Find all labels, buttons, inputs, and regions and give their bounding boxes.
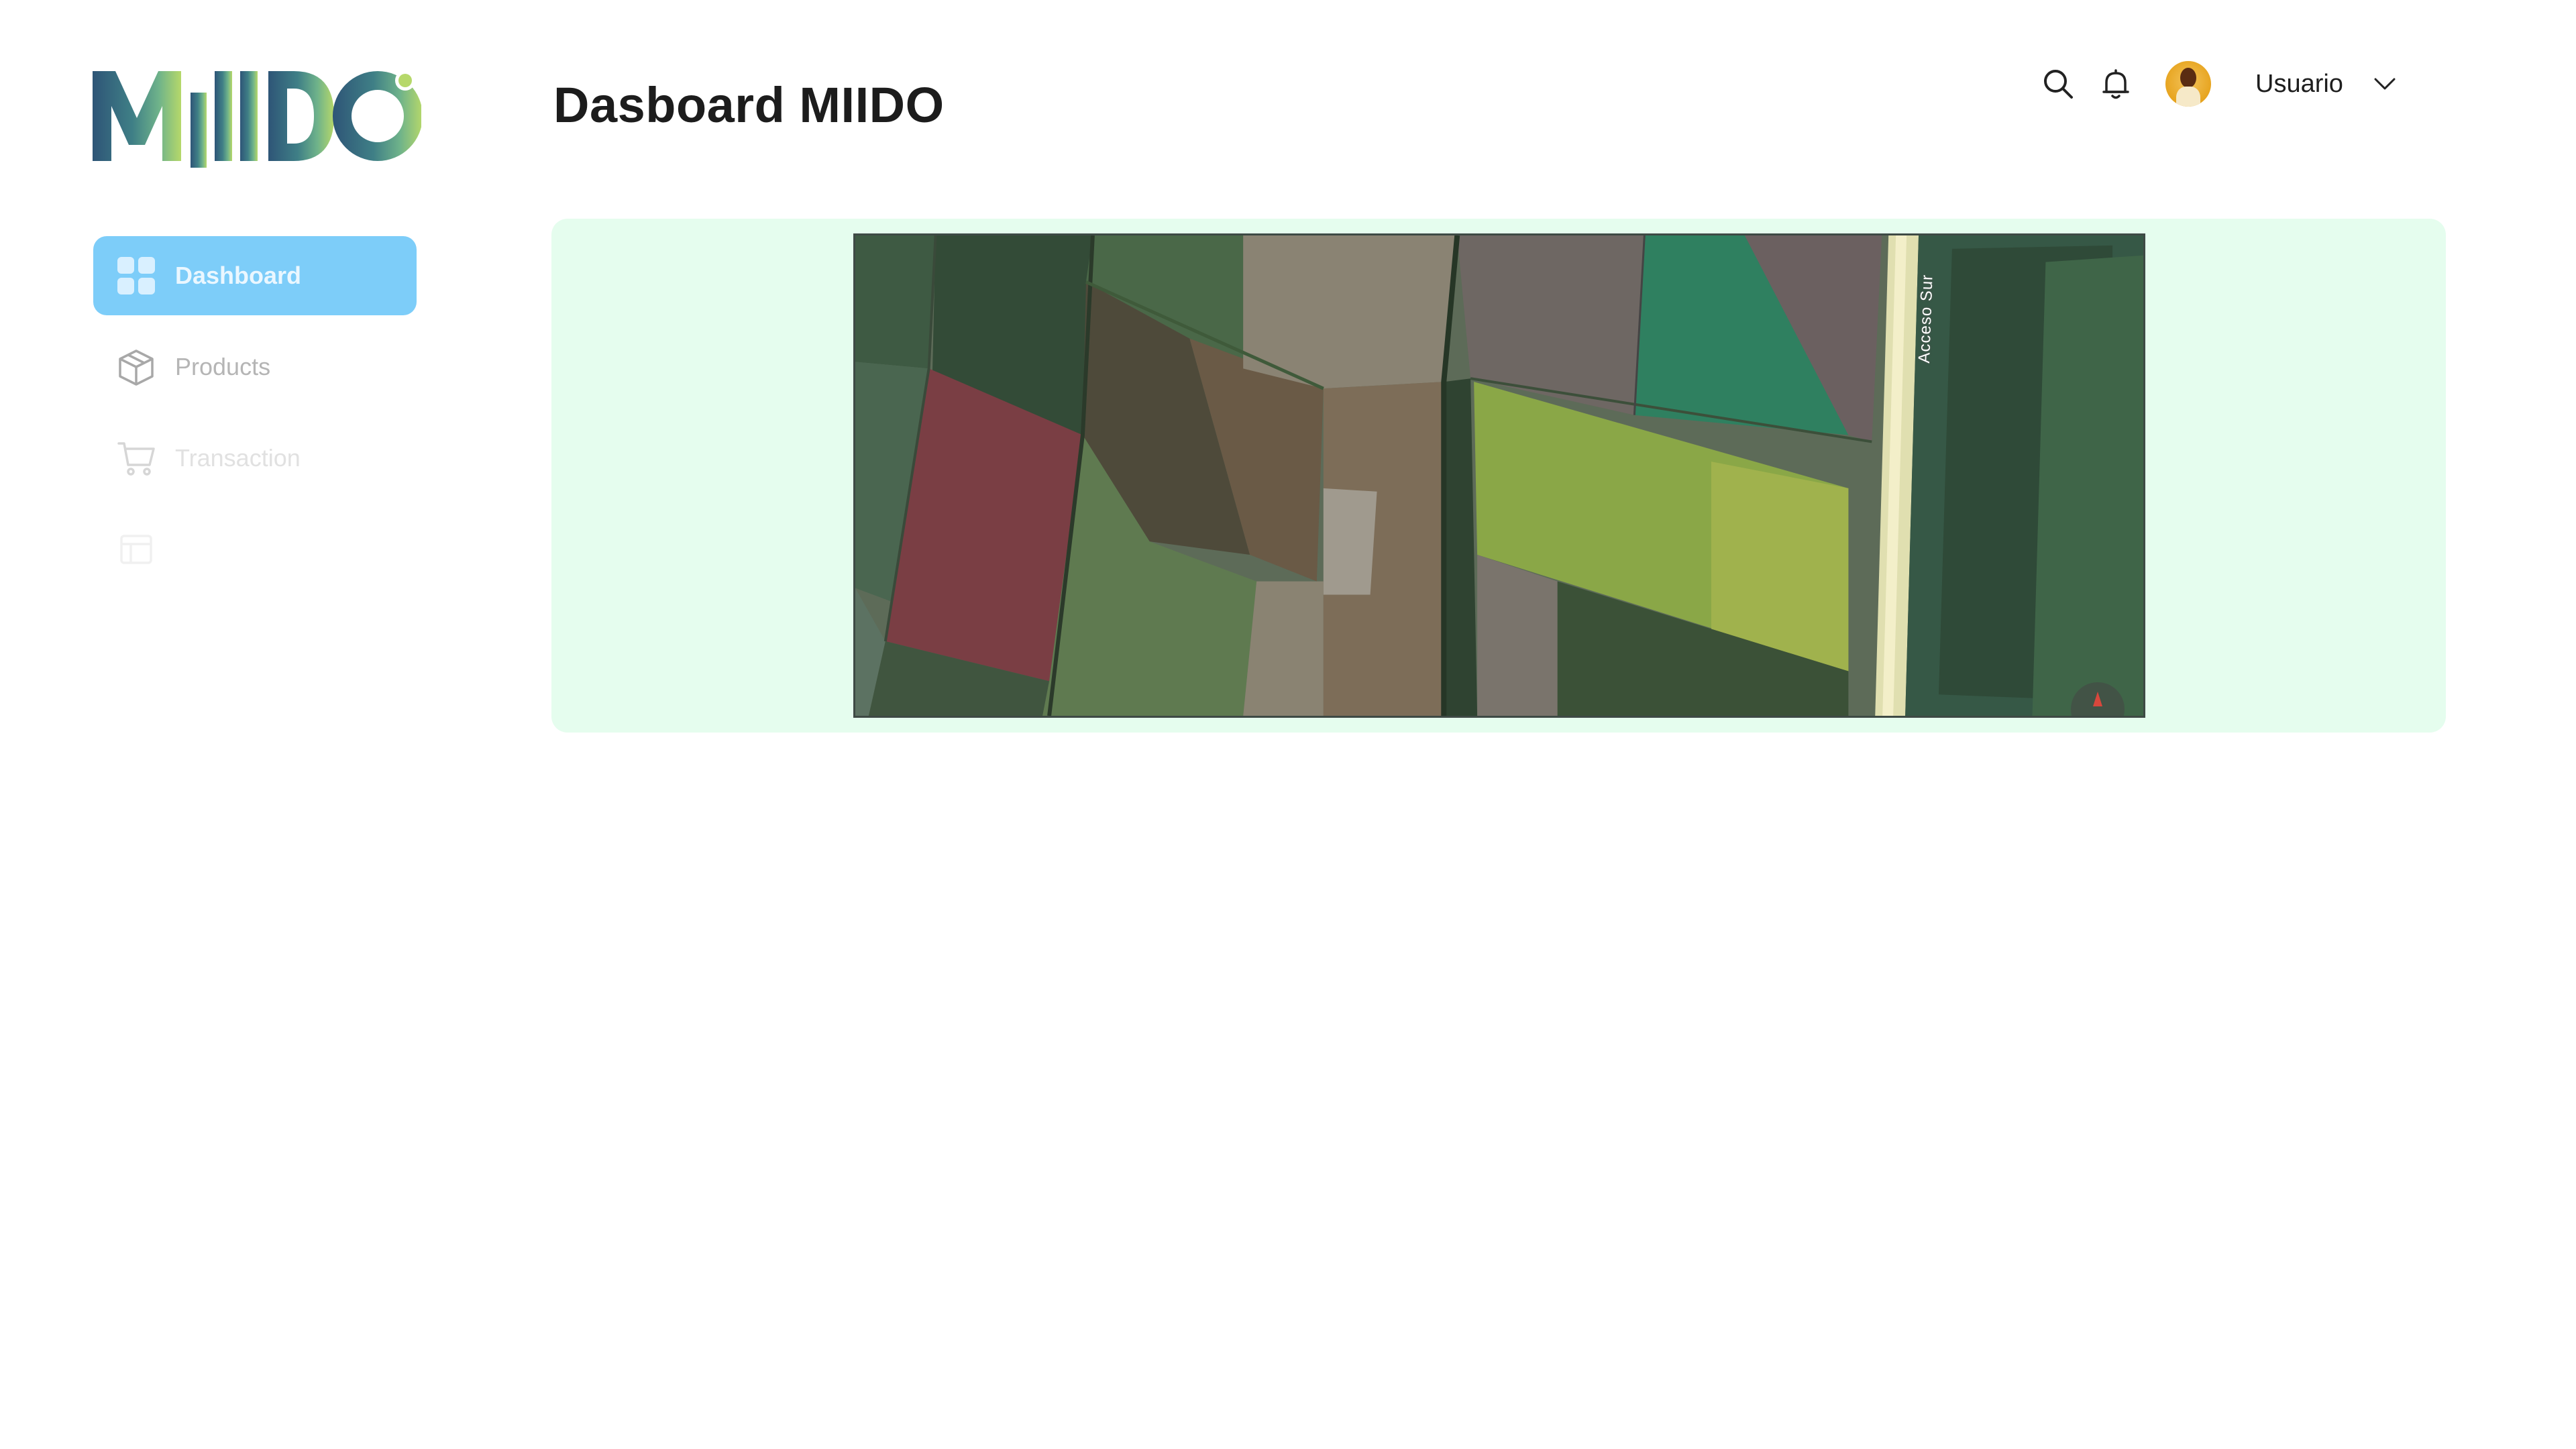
- sidebar-item-label: Products: [175, 353, 271, 380]
- sidebar-item-reports[interactable]: [93, 510, 417, 589]
- top-bar: Usuario: [2039, 59, 2398, 109]
- chevron-down-icon[interactable]: [2371, 70, 2398, 97]
- cart-icon: [116, 438, 156, 478]
- road-label: Acceso Sur: [1915, 274, 1937, 364]
- user-name[interactable]: Usuario: [2255, 70, 2343, 99]
- sidebar-item-transaction[interactable]: Transaction: [93, 419, 417, 498]
- report-icon: [116, 529, 156, 570]
- box-icon: [116, 347, 156, 387]
- sidebar-item-dashboard[interactable]: Dashboard: [93, 236, 417, 315]
- avatar[interactable]: [2165, 61, 2211, 107]
- sidebar-item-products[interactable]: Products: [93, 327, 417, 407]
- sidebar-nav: Dashboard Products Transaction: [93, 236, 417, 601]
- bell-icon[interactable]: [2097, 65, 2135, 103]
- page-title: Dasboard MIIDO: [553, 77, 945, 133]
- dashboard-grid-icon: [116, 256, 156, 296]
- satellite-map[interactable]: Acceso Sur: [853, 233, 2145, 718]
- sidebar-item-label: Dashboard: [175, 262, 302, 289]
- search-icon[interactable]: [2039, 65, 2077, 103]
- map-card: Acceso Sur: [551, 219, 2446, 733]
- sidebar-item-label: Transaction: [175, 444, 301, 472]
- miido-logo: [93, 66, 421, 168]
